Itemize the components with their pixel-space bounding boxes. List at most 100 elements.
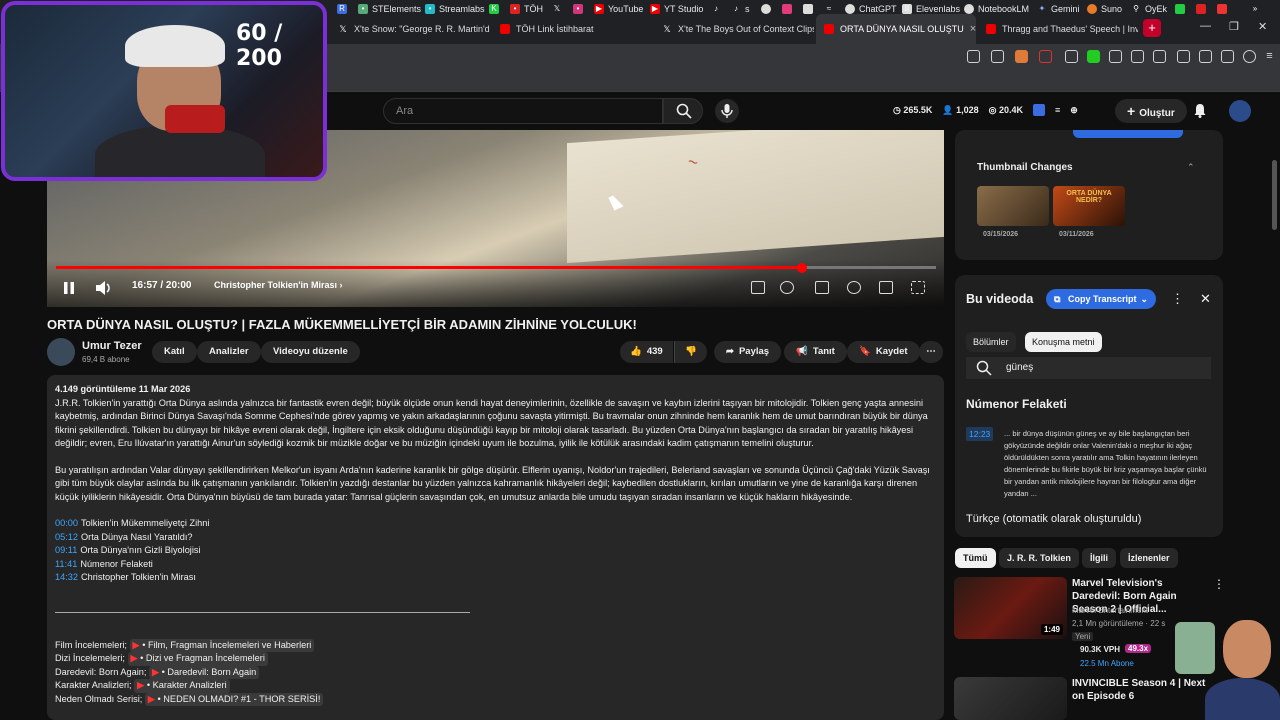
bookmark-icon[interactable] — [782, 4, 796, 14]
progress-bar-remaining[interactable] — [802, 266, 936, 269]
chapter-timestamp-link[interactable]: 14:32 — [55, 572, 78, 582]
bookmark-icon[interactable] — [1196, 4, 1210, 14]
voice-search-button[interactable] — [715, 99, 739, 123]
bookmark-elevenlabs[interactable]: II Elevenlabs — [902, 4, 960, 14]
tab-chapters[interactable]: Bölümler — [966, 332, 1016, 352]
bookmark-streamlabs[interactable]: • Streamlabs — [425, 4, 485, 14]
channel-name[interactable]: Umur Tezer — [82, 340, 142, 352]
extension-icon[interactable] — [1131, 50, 1144, 63]
restore-icon[interactable]: ❐ — [1229, 20, 1239, 33]
bookmark-stelements[interactable]: • STElements — [358, 4, 421, 14]
bookmark-toh[interactable]: • TÖH — [510, 4, 543, 14]
extension-icon[interactable] — [1033, 104, 1046, 116]
bookmark-icon[interactable]: ≈ — [824, 4, 838, 14]
chip-related[interactable]: İlgili — [1082, 548, 1116, 568]
transcript-snippet[interactable]: ... bir dünya düşünün güneş ve ay bile b… — [1004, 428, 1214, 500]
recommendation-thumbnail[interactable]: 1:49 — [954, 577, 1067, 639]
promote-button[interactable]: 📢 Tanıt — [784, 341, 847, 363]
settings-gear-icon[interactable] — [847, 281, 861, 294]
chevron-up-icon[interactable]: ⌃ — [1187, 162, 1195, 173]
miniplayer-icon[interactable] — [751, 281, 765, 294]
bookmark-youtube[interactable]: ▶ YouTube — [594, 4, 643, 14]
like-button[interactable]: 👍 439 — [620, 341, 673, 363]
bookmark-icon[interactable]: K — [489, 4, 503, 14]
menu-icon[interactable]: ≡ — [1263, 50, 1276, 63]
progress-bar-played[interactable] — [56, 266, 802, 269]
bookmark-gemini[interactable]: ✦ Gemini — [1037, 4, 1080, 14]
recommendation-channel[interactable]: Marvel Entertainment — [1072, 606, 1148, 615]
bookmark-notebooklm[interactable]: NotebookLM — [964, 4, 1029, 14]
save-button[interactable]: 🔖 Kaydet — [847, 341, 920, 363]
more-bookmarks-icon[interactable]: » — [1250, 4, 1264, 14]
transcript-search-input[interactable]: güneş — [966, 357, 1211, 379]
bookmark-icon[interactable] — [761, 4, 775, 14]
thumbnail-version[interactable] — [977, 186, 1049, 226]
chapter-timestamp-link[interactable]: 09:11 — [55, 545, 77, 555]
tab-transcript[interactable]: Konuşma metni — [1025, 332, 1102, 352]
bookmark-yt-studio[interactable]: ▶ YT Studio — [650, 4, 703, 14]
sidebar-icon[interactable] — [1177, 50, 1190, 63]
fullscreen-icon[interactable] — [911, 281, 925, 294]
browser-tab-active[interactable]: ORTA DÜNYA NASIL OLUŞTU × — [816, 14, 976, 44]
bookmark-icon[interactable] — [1175, 4, 1189, 14]
wallet-icon[interactable] — [1199, 50, 1212, 63]
bookmark-chatgpt[interactable]: ChatGPT — [845, 4, 897, 14]
close-icon[interactable]: ✕ — [1200, 291, 1211, 307]
recommendation-thumbnail[interactable] — [954, 677, 1067, 720]
playlist-link[interactable]: ▶ • Daredevil: Born Again — [148, 665, 260, 679]
chapter-timestamp-link[interactable]: 11:41 — [55, 559, 77, 569]
tiktok-icon[interactable]: ♪ — [711, 4, 725, 14]
analytics-button[interactable]: Analizler — [197, 341, 261, 363]
chapter-button[interactable]: Christopher Tolkien'in Mirası › — [214, 280, 343, 290]
edit-video-button[interactable]: Videoyu düzenle — [261, 341, 360, 363]
chapter-timestamp-link[interactable]: 05:12 — [55, 532, 78, 542]
transcript-language[interactable]: Türkçe (otomatik olarak oluşturuldu) — [966, 513, 1141, 525]
scrubber-handle[interactable] — [797, 263, 807, 273]
list-icon[interactable]: ≡ — [1055, 105, 1060, 115]
share-icon[interactable] — [991, 50, 1004, 63]
channel-avatar[interactable] — [47, 338, 75, 366]
bookmark-icon[interactable] — [1217, 4, 1231, 14]
bookmark-icon[interactable] — [803, 4, 817, 14]
account-avatar[interactable] — [1229, 100, 1251, 122]
chip-watched[interactable]: İzlenenler — [1120, 548, 1178, 568]
close-window-icon[interactable]: ✕ — [1258, 20, 1267, 33]
autoplay-icon[interactable] — [780, 281, 794, 294]
pause-icon[interactable] — [62, 281, 76, 295]
scrollbar[interactable] — [1272, 160, 1277, 230]
playlist-link[interactable]: ▶ • Film, Fragman İncelemeleri ve Haberl… — [129, 638, 315, 652]
playlist-link[interactable]: ▶ • NEDEN OLMADI? #1 - THOR SERİSİ! — [144, 692, 324, 706]
x-icon[interactable]: 𝕏 — [552, 4, 566, 14]
more-vert-icon[interactable]: ⋮ — [1213, 577, 1225, 591]
bookmark-s[interactable]: ♪ s — [731, 4, 750, 14]
extension-icon[interactable] — [967, 50, 980, 63]
instagram-icon[interactable]: • — [573, 4, 587, 14]
playlist-link[interactable]: ▶ • Dizi ve Fragman İncelemeleri — [127, 652, 268, 666]
transcript-timestamp[interactable]: 12:23 — [966, 427, 994, 441]
browser-tab[interactable]: TÖH Link İstihbarat — [492, 14, 652, 44]
create-button[interactable]: + Oluştur — [1115, 99, 1187, 123]
brave-icon[interactable] — [1015, 50, 1028, 63]
browser-tab[interactable]: 𝕏 X'te The Boys Out of Context Clips: " — [654, 14, 814, 44]
search-button[interactable] — [663, 98, 703, 124]
extension-icon[interactable] — [1087, 50, 1100, 63]
extension-icon[interactable] — [1109, 50, 1122, 63]
shield-icon[interactable] — [1243, 50, 1256, 63]
theater-mode-icon[interactable] — [879, 281, 893, 294]
bookmark-oyek[interactable]: ⚲ OyEk — [1131, 4, 1167, 14]
thumbnail-version[interactable]: ORTA DÜNYA NEDİR? — [1053, 186, 1125, 226]
panel-button[interactable] — [1073, 130, 1183, 138]
subtitles-icon[interactable] — [815, 281, 829, 294]
minimize-icon[interactable]: — — [1200, 20, 1211, 32]
chapter-timestamp-link[interactable]: 00:00 — [55, 518, 78, 528]
share-button[interactable]: ➦ Paylaş — [714, 341, 782, 363]
browser-tab[interactable]: Thragg and Thaedus' Speech | Invinc — [978, 14, 1138, 44]
join-button[interactable]: Katıl — [152, 341, 197, 363]
browser-tab[interactable]: 𝕏 X'te Snow: "George R. R. Martin'den — [330, 14, 490, 44]
notifications-icon[interactable] — [1193, 103, 1207, 118]
vpn-icon[interactable] — [1221, 50, 1234, 63]
more-actions-button[interactable]: ⋯ — [919, 341, 943, 363]
bookmark-suno[interactable]: Suno — [1087, 4, 1122, 14]
more-vert-icon[interactable]: ⋮ — [1171, 291, 1184, 307]
new-tab-button[interactable]: + — [1143, 19, 1161, 37]
